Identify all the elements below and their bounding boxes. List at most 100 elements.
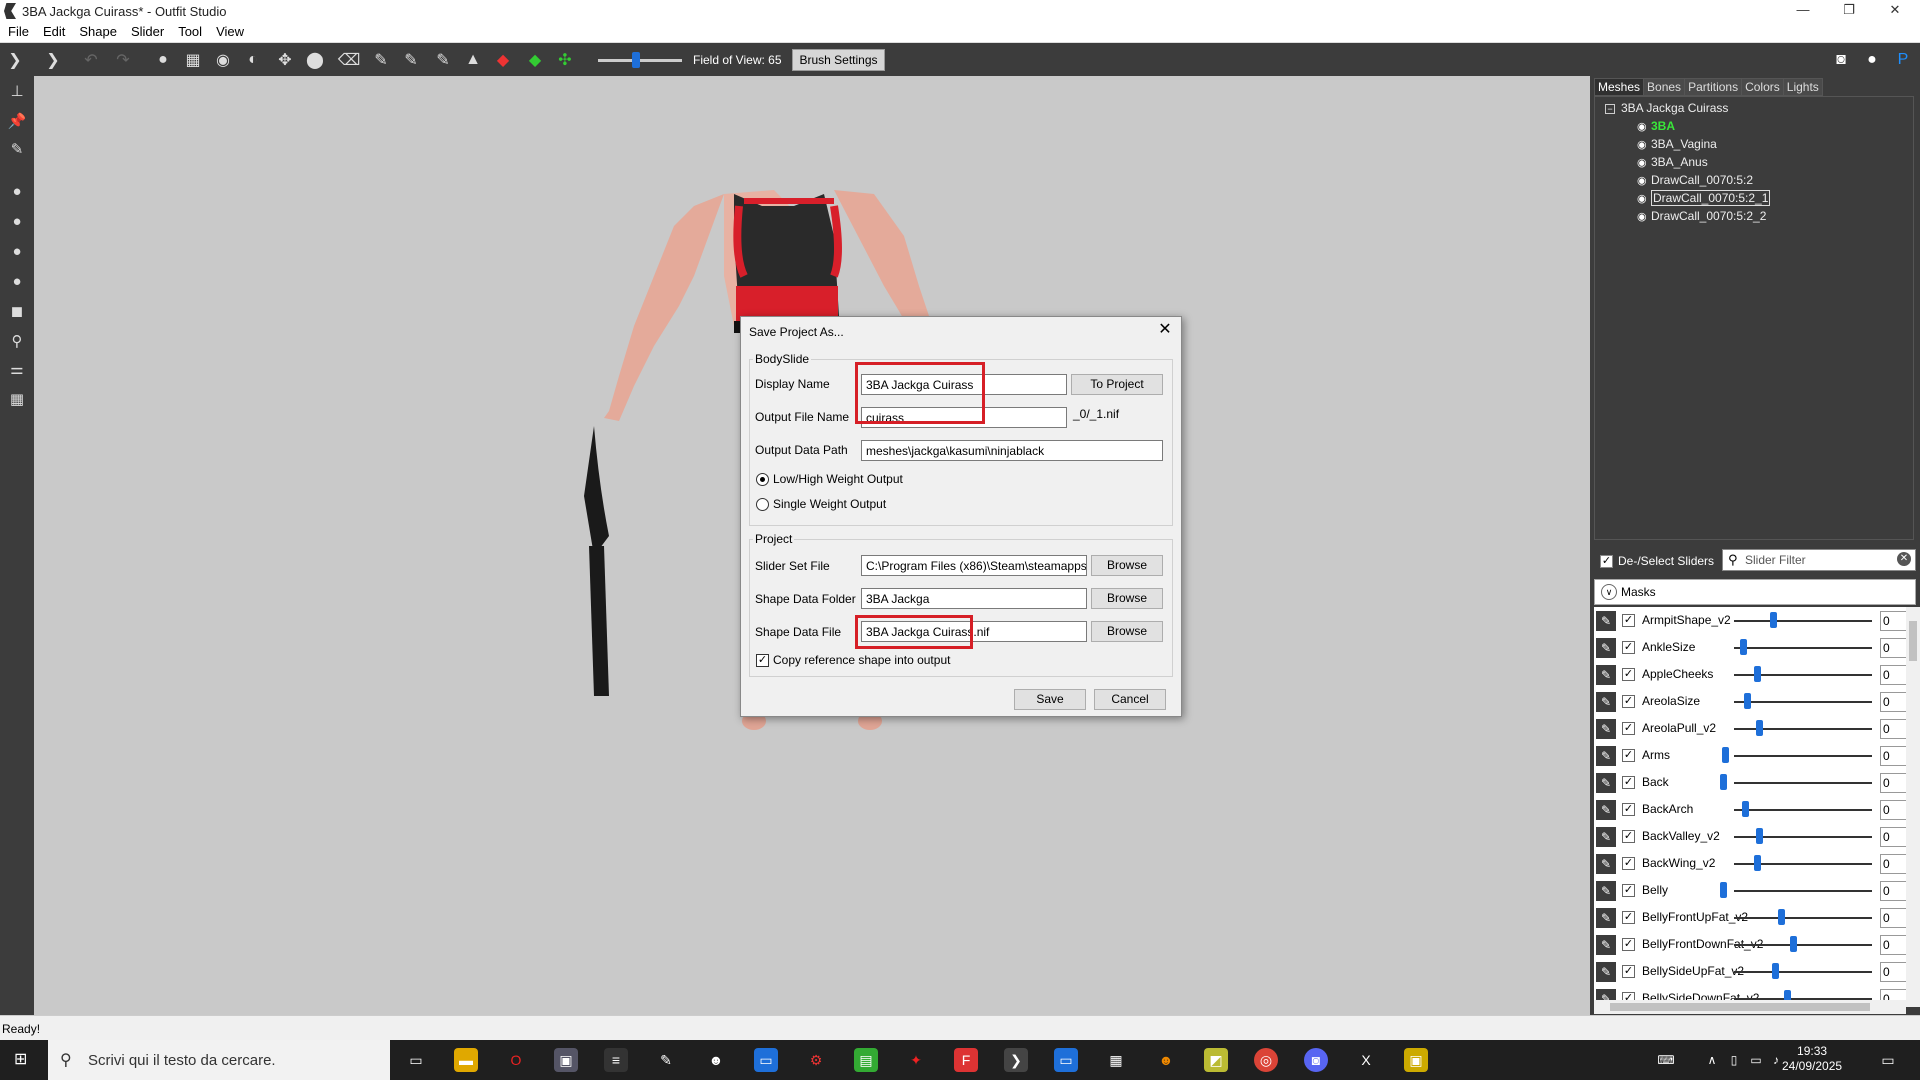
outfit-studio-icon[interactable]: ❯ bbox=[4, 49, 26, 71]
masks-row[interactable]: ∨ Masks bbox=[1594, 579, 1916, 605]
app-icon[interactable]: ▣ bbox=[554, 1048, 578, 1072]
collapse-vertex-icon[interactable]: ▲ bbox=[462, 49, 484, 71]
maximize-button[interactable]: ❐ bbox=[1826, 0, 1872, 22]
browse-shape-file-button[interactable]: Browse bbox=[1091, 621, 1163, 642]
slider-checkbox[interactable]: ✓ bbox=[1622, 911, 1635, 924]
dialog-close-button[interactable]: ✕ bbox=[1155, 320, 1175, 340]
slider-vertical-scrollbar[interactable] bbox=[1906, 607, 1920, 1007]
slider-value[interactable]: 0 bbox=[1880, 881, 1906, 901]
eye-icon[interactable]: ◉ bbox=[1637, 138, 1651, 151]
slider-track[interactable] bbox=[1734, 701, 1872, 703]
shape-folder-input[interactable]: 3BA Jackga bbox=[861, 588, 1087, 609]
edit-slider-icon[interactable]: ✎ bbox=[1596, 935, 1616, 955]
slider-horizontal-scrollbar[interactable] bbox=[1594, 1000, 1906, 1014]
slider-thumb[interactable] bbox=[1740, 639, 1747, 655]
edit-slider-icon[interactable]: ✎ bbox=[1596, 746, 1616, 766]
slider-track[interactable] bbox=[1734, 944, 1872, 946]
slider-checkbox[interactable]: ✓ bbox=[1622, 668, 1635, 681]
bone-icon[interactable]: ⚲ bbox=[4, 330, 30, 354]
slider-checkbox[interactable]: ✓ bbox=[1622, 884, 1635, 897]
slider-value[interactable]: 0 bbox=[1880, 665, 1906, 685]
mesh-item[interactable]: ◉ DrawCall_0070:5:2_2 bbox=[1637, 209, 1766, 223]
chevron-down-icon[interactable]: ∨ bbox=[1601, 584, 1617, 600]
tab-meshes[interactable]: Meshes bbox=[1594, 78, 1645, 96]
split-edge-icon[interactable]: ◆ bbox=[524, 49, 546, 71]
slider-track[interactable] bbox=[1734, 728, 1872, 730]
close-window-button[interactable]: ✕ bbox=[1872, 0, 1918, 22]
edit-slider-icon[interactable]: ✎ bbox=[1596, 665, 1616, 685]
slider-checkbox[interactable]: ✓ bbox=[1622, 722, 1635, 735]
slider-track[interactable] bbox=[1734, 917, 1872, 919]
slider-track[interactable] bbox=[1734, 809, 1872, 811]
pen-tool-icon[interactable]: ✎ bbox=[4, 138, 30, 162]
clock[interactable]: 19:33 24/09/2025 bbox=[1782, 1044, 1842, 1074]
color-paint-icon[interactable]: ✎ bbox=[400, 49, 422, 71]
move-brush-icon[interactable]: ✥ bbox=[274, 49, 296, 71]
notifications-icon[interactable]: ▭ bbox=[1876, 1048, 1900, 1072]
slider-checkbox[interactable]: ✓ bbox=[1622, 938, 1635, 951]
slider-track[interactable] bbox=[1734, 836, 1872, 838]
hscroll-thumb[interactable] bbox=[1610, 1003, 1870, 1011]
slider-value[interactable]: 0 bbox=[1880, 935, 1906, 955]
slider-value[interactable]: 0 bbox=[1880, 692, 1906, 712]
slider-checkbox[interactable]: ✓ bbox=[1622, 857, 1635, 870]
app-icon[interactable]: ▤ bbox=[854, 1048, 878, 1072]
vertex-dot-icon[interactable]: ● bbox=[4, 180, 30, 204]
slider-thumb[interactable] bbox=[1770, 612, 1777, 628]
slider-track[interactable] bbox=[1734, 890, 1872, 892]
clear-filter-icon[interactable]: ✕ bbox=[1897, 552, 1911, 566]
axis-tool-icon[interactable]: ⊥ bbox=[4, 80, 30, 104]
browse-slider-set-button[interactable]: Browse bbox=[1091, 555, 1163, 576]
tab-bones[interactable]: Bones bbox=[1643, 78, 1686, 96]
tab-colors[interactable]: Colors bbox=[1741, 78, 1784, 96]
slider-checkbox[interactable]: ✓ bbox=[1622, 749, 1635, 762]
slider-checkbox[interactable]: ✓ bbox=[1622, 614, 1635, 627]
vscroll-thumb[interactable] bbox=[1909, 621, 1917, 661]
app-icon[interactable]: X bbox=[1354, 1048, 1378, 1072]
slider-value[interactable]: 0 bbox=[1880, 611, 1906, 631]
edit-slider-icon[interactable]: ✎ bbox=[1596, 827, 1616, 847]
slider-value[interactable]: 0 bbox=[1880, 773, 1906, 793]
save-button[interactable]: Save bbox=[1014, 689, 1086, 710]
select-brush-icon[interactable]: ● bbox=[152, 49, 174, 71]
slider-thumb[interactable] bbox=[1790, 936, 1797, 952]
slider-thumb[interactable] bbox=[1756, 720, 1763, 736]
app-icon[interactable]: ☻ bbox=[1154, 1048, 1178, 1072]
copy-ref-checkbox[interactable]: ✓ bbox=[756, 654, 769, 667]
mesh-item[interactable]: ◉ DrawCall_0070:5:2 bbox=[1637, 173, 1753, 187]
slider-thumb[interactable] bbox=[1720, 882, 1727, 898]
cancel-button[interactable]: Cancel bbox=[1094, 689, 1166, 710]
sphere-large-icon[interactable]: ● bbox=[4, 270, 30, 294]
weights-icon[interactable]: ⚌ bbox=[4, 358, 30, 382]
edit-slider-icon[interactable]: ✎ bbox=[1596, 719, 1616, 739]
slider-value[interactable]: 0 bbox=[1880, 719, 1906, 739]
inflate-brush-icon[interactable]: ◉ bbox=[212, 49, 234, 71]
tab-partitions[interactable]: Partitions bbox=[1684, 78, 1743, 96]
task-view-icon[interactable]: ▭ bbox=[404, 1048, 428, 1072]
battery-icon[interactable]: ▯ bbox=[1722, 1048, 1746, 1072]
edit-slider-icon[interactable]: ✎ bbox=[1596, 611, 1616, 631]
deflate-brush-icon[interactable]: ◐ bbox=[242, 49, 264, 71]
chrome-icon[interactable]: ◎ bbox=[1254, 1048, 1278, 1072]
slider-track[interactable] bbox=[1734, 620, 1872, 622]
slider-value[interactable]: 0 bbox=[1880, 746, 1906, 766]
edit-slider-icon[interactable]: ✎ bbox=[1596, 692, 1616, 712]
eye-icon[interactable]: ◉ bbox=[1637, 174, 1651, 187]
edit-slider-icon[interactable]: ✎ bbox=[1596, 881, 1616, 901]
eye-icon[interactable]: ◉ bbox=[1637, 210, 1651, 223]
slider-thumb[interactable] bbox=[1720, 774, 1727, 790]
opera-icon[interactable]: O bbox=[504, 1048, 528, 1072]
paypal-icon[interactable]: P bbox=[1892, 49, 1914, 71]
undiff-brush-icon[interactable]: ⌫ bbox=[338, 49, 361, 71]
slider-track[interactable] bbox=[1734, 755, 1872, 757]
edit-slider-icon[interactable]: ✎ bbox=[1596, 800, 1616, 820]
grid-icon[interactable]: ▦ bbox=[4, 388, 30, 412]
menu-view[interactable]: View bbox=[208, 22, 250, 39]
mask-brush-icon[interactable]: ▦ bbox=[182, 49, 204, 71]
app-icon[interactable]: ☻ bbox=[704, 1048, 728, 1072]
slider-checkbox[interactable]: ✓ bbox=[1622, 803, 1635, 816]
app-icon[interactable]: ✎ bbox=[654, 1048, 678, 1072]
mesh-item[interactable]: ◉ 3BA bbox=[1637, 119, 1675, 133]
select-sliders-checkbox[interactable]: ✓ bbox=[1600, 555, 1613, 568]
smooth-brush-icon[interactable]: ⬤ bbox=[304, 49, 326, 71]
